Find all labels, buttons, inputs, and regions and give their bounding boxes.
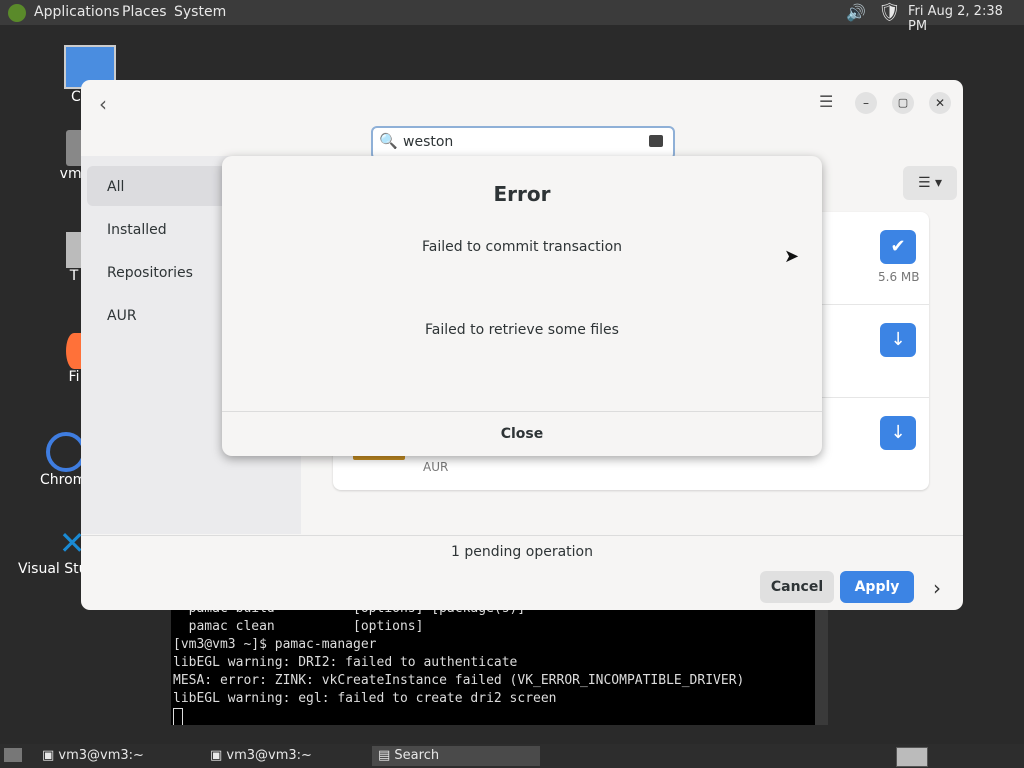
sidebar-item-installed[interactable]: Installed <box>107 222 167 238</box>
terminal-line: [vm3@vm3 ~]$ pamac-manager <box>173 637 377 652</box>
package-size: 5.6 MB <box>878 270 920 284</box>
bottom-panel: ▣ vm3@vm3:~ ▣ vm3@vm3:~ ▤ Search <box>0 744 1024 768</box>
show-desktop-icon[interactable] <box>4 748 22 762</box>
system-menu[interactable]: System <box>174 4 226 20</box>
taskbar-item-terminal-2[interactable]: ▣ vm3@vm3:~ <box>204 746 372 766</box>
cancel-button[interactable]: Cancel <box>760 571 834 603</box>
download-icon[interactable]: ↓ <box>880 416 916 450</box>
terminal-line: pamac clean [options] <box>173 619 424 634</box>
search-app-icon: ▤ <box>378 748 395 763</box>
package-repo: AUR <box>423 460 449 474</box>
terminal-icon: ▣ <box>42 748 59 763</box>
search-icon: 🔍 <box>379 132 398 150</box>
close-button[interactable]: Close <box>222 412 822 456</box>
view-toggle-icon[interactable]: ☰ ▾ <box>903 166 957 200</box>
applications-menu[interactable]: Applications <box>34 4 120 20</box>
menu-icon[interactable]: ☰ <box>819 92 833 111</box>
installed-check-icon[interactable]: ✔ <box>880 230 916 264</box>
terminal-line: libEGL warning: egl: failed to create dr… <box>173 691 557 706</box>
minimize-icon[interactable]: – <box>855 92 877 114</box>
desktop-icon-chrome[interactable]: Chrom <box>40 432 86 488</box>
distro-logo-icon[interactable] <box>8 4 26 22</box>
error-dialog: Error Failed to commit transaction Faile… <box>222 156 822 456</box>
close-icon[interactable]: ✕ <box>929 92 951 114</box>
dialog-title: Error <box>493 182 551 206</box>
sidebar-item-all[interactable]: All <box>107 179 124 195</box>
firefox-icon <box>66 333 82 369</box>
terminal-output[interactable]: pamac build [options] [package(s)] pamac… <box>171 600 816 725</box>
terminal-line: MESA: error: ZINK: vkCreateInstance fail… <box>173 673 745 688</box>
volume-icon[interactable]: 🔊 <box>846 3 866 22</box>
pending-operations: 1 pending operation <box>81 535 963 576</box>
terminal-icon: ▣ <box>210 748 227 763</box>
dialog-details[interactable]: Failed to retrieve some files <box>222 322 822 338</box>
clear-icon[interactable] <box>649 135 663 147</box>
chrome-icon <box>46 432 86 472</box>
desktop-icon-firefox[interactable]: Fi <box>66 333 82 385</box>
places-menu[interactable]: Places <box>122 4 167 20</box>
taskbar-item-terminal-1[interactable]: ▣ vm3@vm3:~ <box>36 746 204 766</box>
chevron-right-icon[interactable]: › <box>933 576 941 600</box>
dialog-message: Failed to commit transaction <box>421 239 623 255</box>
workspace-switcher-icon[interactable] <box>896 747 928 767</box>
trash-icon <box>66 232 82 268</box>
terminal-scrollbar[interactable] <box>815 600 828 725</box>
back-icon[interactable]: ‹ <box>99 92 107 116</box>
search-input[interactable]: 🔍 weston <box>371 126 675 160</box>
maximize-icon[interactable]: ▢ <box>892 92 914 114</box>
clock[interactable]: Fri Aug 2, 2:38 PM <box>908 4 1024 34</box>
desktop-icon-trash[interactable]: T <box>66 232 82 284</box>
terminal-line: libEGL warning: DRI2: failed to authenti… <box>173 655 518 670</box>
shield-icon[interactable]: 🛡 <box>878 2 901 23</box>
taskbar-item-search[interactable]: ▤ Search <box>372 746 540 766</box>
download-icon[interactable]: ↓ <box>880 323 916 357</box>
sidebar-item-aur[interactable]: AUR <box>107 308 137 324</box>
apply-button[interactable]: Apply <box>840 571 914 603</box>
top-panel: Applications Places System 🔊 🛡 Fri Aug 2… <box>0 0 1024 34</box>
sidebar-item-repositories[interactable]: Repositories <box>107 265 193 281</box>
terminal-cursor <box>173 708 183 725</box>
search-value: weston <box>403 134 454 150</box>
mouse-cursor-icon: ➤ <box>784 246 800 267</box>
